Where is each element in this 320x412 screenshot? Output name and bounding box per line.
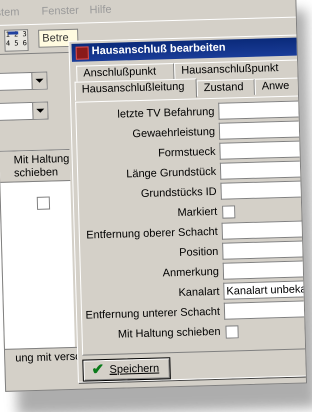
tab-hausanschlussleitung[interactable]: Hausanschlußleitung bbox=[74, 78, 198, 101]
laenge-grundstueck-field[interactable] bbox=[219, 159, 308, 180]
formstueck-field[interactable] bbox=[219, 139, 308, 160]
save-button-label: Speichern bbox=[109, 362, 160, 376]
grid-column-header[interactable]: Mit Haltung schieben bbox=[0, 149, 71, 183]
field-label: Mit Haltung schieben bbox=[117, 325, 221, 341]
tab-zustand[interactable]: Zustand bbox=[196, 78, 255, 97]
dialog-title: Hausanschluß bearbeiten bbox=[91, 41, 226, 58]
app-window: stem Fenster Hilfe 1 2 34 5 6 Betre ▬ Mi… bbox=[0, 0, 308, 392]
grid-header-label: Mit Haltung schieben bbox=[13, 152, 70, 180]
markiert-checkbox[interactable] bbox=[222, 205, 236, 219]
save-button[interactable]: ✔ Speichern bbox=[82, 357, 171, 382]
position-field[interactable] bbox=[222, 239, 308, 260]
form-panel: letzte TV Befahrung Gewaehrleistung Form… bbox=[75, 94, 308, 356]
field-label: Kanalart bbox=[178, 285, 220, 299]
data-grid: Mit Haltung schieben bbox=[0, 148, 76, 352]
status-bar: ung mit versch bbox=[4, 346, 87, 368]
combo-box-2[interactable] bbox=[0, 101, 49, 121]
field-label: Anmerkung bbox=[162, 265, 220, 280]
field-label: Entfernung unterer Schacht bbox=[85, 305, 221, 322]
field-label: Länge Grundstück bbox=[126, 165, 217, 181]
menu-hilfe[interactable]: Hilfe bbox=[89, 4, 111, 17]
chevron-down-icon[interactable] bbox=[31, 72, 47, 89]
menu-system[interactable]: stem bbox=[0, 6, 20, 19]
combo-box-1[interactable] bbox=[0, 71, 48, 91]
entfernung-unterer-schacht-field[interactable] bbox=[223, 299, 308, 320]
gewaehrleistung-field[interactable] bbox=[218, 119, 308, 140]
checkmark-icon: ✔ bbox=[91, 361, 105, 379]
edit-dialog: Hausanschluß bearbeiten Anschlußpunkt Ha… bbox=[68, 33, 308, 383]
field-label: Formstueck bbox=[157, 145, 216, 160]
tab-hausanschlusspunkt[interactable]: Hausanschlußpunkt bbox=[174, 59, 308, 79]
field-label: Entfernung oberer Schacht bbox=[86, 225, 218, 242]
chevron-down-icon[interactable] bbox=[32, 102, 48, 119]
grundstuecks-id-field[interactable] bbox=[220, 179, 308, 200]
kanalart-field[interactable]: Kanalart unbeka bbox=[223, 279, 308, 300]
field-label: Position bbox=[179, 245, 219, 259]
grid-checkbox[interactable] bbox=[36, 196, 51, 210]
app-icon bbox=[75, 46, 89, 60]
mit-haltung-schieben-checkbox[interactable] bbox=[225, 325, 239, 339]
dialog-title-bar[interactable]: Hausanschluß bearbeiten bbox=[71, 36, 308, 62]
field-label: letzte TV Befahrung bbox=[117, 105, 215, 121]
car-icon[interactable]: ▬ bbox=[8, 26, 24, 38]
screenshot-page: stem Fenster Hilfe 1 2 34 5 6 Betre ▬ Mi… bbox=[0, 0, 312, 412]
field-label: Gewaehrleistung bbox=[132, 125, 216, 141]
tv-befahrung-field[interactable] bbox=[218, 99, 308, 120]
entfernung-oberer-schacht-field[interactable] bbox=[221, 219, 308, 240]
menu-fenster[interactable]: Fenster bbox=[41, 5, 79, 18]
field-label: Grundstücks ID bbox=[140, 185, 217, 200]
field-label: Markiert bbox=[177, 205, 218, 219]
anmerkung-field[interactable] bbox=[222, 259, 308, 280]
